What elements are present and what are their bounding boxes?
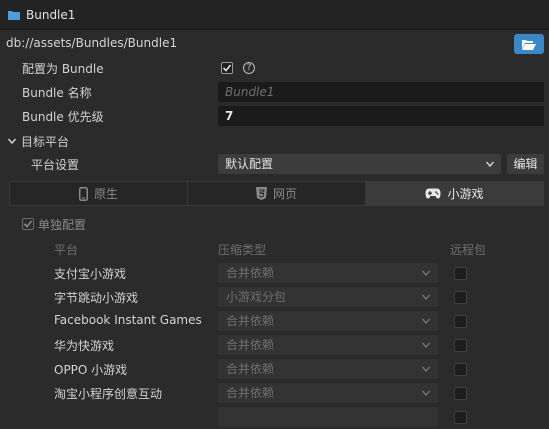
check-icon <box>23 220 33 228</box>
table-header: 平台 压缩类型 远程包 <box>0 237 549 261</box>
platform-name: 华为快游戏 <box>54 339 115 353</box>
compression-value: 合并依赖 <box>226 338 275 352</box>
tab-native[interactable]: 原生 <box>10 182 188 205</box>
platform-tabs: 原生 网页 小游戏 <box>9 181 544 206</box>
table-row: Facebook Instant Games 合并依赖 <box>0 309 549 333</box>
table-row: 淘宝小程序创意互动 合并依赖 <box>0 381 549 405</box>
column-platform: 平台 <box>54 243 79 257</box>
compression-select[interactable] <box>218 407 438 427</box>
target-platform-section[interactable]: 目标平台 <box>0 129 549 153</box>
platform-name: OPPO 小游戏 <box>54 363 128 377</box>
help-icon[interactable]: ? <box>243 62 255 74</box>
override-checkbox[interactable] <box>22 218 34 230</box>
remote-checkbox[interactable] <box>454 363 467 376</box>
panel-title: Bundle1 <box>26 7 76 22</box>
tab-minigame[interactable]: 小游戏 <box>366 182 543 205</box>
target-platform-label: 目标平台 <box>21 135 70 149</box>
chevron-down-icon <box>421 390 431 397</box>
tab-native-label: 原生 <box>93 187 118 201</box>
platform-name: 淘宝小程序创意互动 <box>54 387 163 401</box>
compression-value: 合并依赖 <box>226 362 275 376</box>
compression-select[interactable]: 合并依赖 <box>218 335 438 355</box>
bundle-name-label: Bundle 名称 <box>22 86 92 100</box>
override-row: 单独配置 <box>0 212 549 236</box>
is-bundle-label: 配置为 Bundle <box>22 62 104 76</box>
compression-select[interactable]: 合并依赖 <box>218 383 438 403</box>
bundle-priority-label: Bundle 优先级 <box>22 110 104 124</box>
bundle-priority-input[interactable]: 7 <box>218 106 544 126</box>
folder-open-icon <box>522 39 536 50</box>
asset-path-row: db://assets/Bundles/Bundle1 <box>0 33 549 55</box>
platform-settings-value: 默认配置 <box>225 157 274 171</box>
platform-name: Facebook Instant Games <box>54 313 202 327</box>
remote-checkbox[interactable] <box>454 315 467 328</box>
table-row: 华为快游戏 合并依赖 <box>0 333 549 357</box>
compression-select[interactable]: 小游戏分包 <box>218 287 438 307</box>
remote-checkbox[interactable] <box>454 267 467 280</box>
bundle-name-input[interactable]: Bundle1 <box>218 82 544 102</box>
edit-button[interactable]: 编辑 <box>507 154 544 174</box>
tab-minigame-label: 小游戏 <box>447 187 484 201</box>
chevron-down-icon <box>7 138 17 145</box>
column-remote: 远程包 <box>450 243 487 257</box>
platform-name: 字节跳动小游戏 <box>54 291 139 305</box>
asset-path: db://assets/Bundles/Bundle1 <box>6 36 178 50</box>
table-row: OPPO 小游戏 合并依赖 <box>0 357 549 381</box>
is-bundle-checkbox[interactable] <box>221 62 233 74</box>
chevron-down-icon <box>421 294 431 301</box>
folder-icon <box>8 10 20 20</box>
remote-checkbox[interactable] <box>454 339 467 352</box>
platform-settings-label: 平台设置 <box>31 158 80 172</box>
bundle-priority-row: Bundle 优先级 7 <box>0 104 549 128</box>
compression-select[interactable]: 合并依赖 <box>218 359 438 379</box>
chevron-down-icon <box>421 366 431 373</box>
chevron-down-icon <box>421 270 431 277</box>
compression-value: 合并依赖 <box>226 386 275 400</box>
override-label: 单独配置 <box>38 218 87 232</box>
tab-web[interactable]: 网页 <box>188 182 366 205</box>
panel-header: Bundle1 <box>0 0 549 30</box>
compression-value: 合并依赖 <box>226 266 275 280</box>
remote-checkbox[interactable] <box>454 387 467 400</box>
is-bundle-row: 配置为 Bundle ? <box>0 56 549 80</box>
platform-settings-row: 平台设置 默认配置 编辑 <box>0 152 549 176</box>
compression-select[interactable]: 合并依赖 <box>218 263 438 283</box>
bundle-name-row: Bundle 名称 Bundle1 <box>0 80 549 104</box>
platform-name: 支付宝小游戏 <box>54 267 127 281</box>
table-row: 字节跳动小游戏 小游戏分包 <box>0 285 549 309</box>
table-row <box>0 405 549 429</box>
check-icon <box>222 64 232 72</box>
chevron-down-icon <box>421 318 431 325</box>
compression-select[interactable]: 合并依赖 <box>218 311 438 331</box>
remote-checkbox[interactable] <box>454 291 467 304</box>
compression-value: 合并依赖 <box>226 314 275 328</box>
tab-web-label: 网页 <box>272 187 297 201</box>
gamepad-icon <box>425 188 441 199</box>
table-row: 支付宝小游戏 合并依赖 <box>0 261 549 285</box>
open-folder-button[interactable] <box>514 34 544 54</box>
compression-value: 小游戏分包 <box>226 290 287 304</box>
column-compression: 压缩类型 <box>218 243 267 257</box>
chevron-down-icon <box>421 342 431 349</box>
platform-settings-select[interactable]: 默认配置 <box>218 154 501 174</box>
html5-icon <box>255 187 267 200</box>
chevron-down-icon <box>485 161 495 168</box>
mobile-icon <box>78 186 88 201</box>
